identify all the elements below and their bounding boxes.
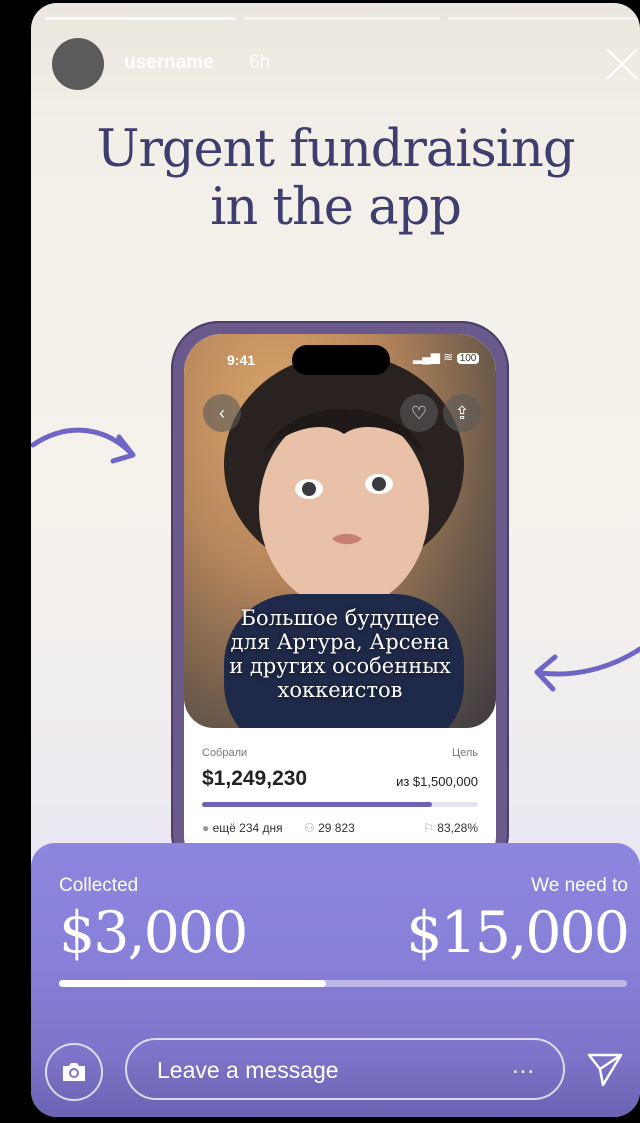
hero-image: 9:41 ▂▄▆ ≋ 100 ‹ ♡ ⇪ Большое будущее для… xyxy=(184,334,496,728)
percent-stat: ⚐ 83,28% xyxy=(423,821,478,835)
percent-value: 83,28% xyxy=(437,821,478,835)
phone-status-icons: ▂▄▆ ≋ 100 xyxy=(413,350,480,364)
collected-label-ru: Собрали xyxy=(202,747,248,759)
need-value: $15,000 xyxy=(406,900,630,966)
collected-amount-ru: $1,249,230 xyxy=(202,767,308,790)
avatar[interactable] xyxy=(52,38,104,90)
people-icon: ⚇ xyxy=(304,821,315,835)
campaign-title-line-2: для Артура, Арсена xyxy=(230,630,450,654)
story-progress-segment-2 xyxy=(244,17,440,20)
phone-status-time: 9:41 xyxy=(227,352,256,368)
close-icon[interactable] xyxy=(605,47,639,81)
need-label: We need to xyxy=(531,875,628,896)
fundraising-progress-bar xyxy=(59,980,627,987)
arrow-right-icon xyxy=(31,427,136,464)
clock-icon: ● xyxy=(202,821,210,835)
campaign-title-line-3: и других особенных xyxy=(229,654,451,678)
more-options-button[interactable]: ... xyxy=(512,1052,535,1080)
phone-progress-fill xyxy=(202,802,432,807)
story-time: 6h xyxy=(249,52,271,73)
days-left: ещё 234 дня xyxy=(212,821,283,835)
headline: Urgent fundraising in the app xyxy=(31,121,640,237)
flag-icon: ⚐ xyxy=(423,821,434,835)
story-card: username 6h Urgent fundraising in the ap… xyxy=(31,3,640,1117)
send-icon[interactable] xyxy=(585,1049,625,1089)
collected-value: $3,000 xyxy=(59,900,248,966)
days-left-stat: ● ещё 234 дня xyxy=(202,821,283,835)
share-button[interactable]: ⇪ xyxy=(443,394,481,432)
donors-count: 29 823 xyxy=(318,821,355,835)
collected-label: Collected xyxy=(59,875,139,896)
dynamic-island xyxy=(292,345,390,375)
message-input[interactable]: Leave a message ... xyxy=(125,1038,565,1100)
headline-line-1: Urgent fundraising xyxy=(96,120,575,179)
heart-icon: ♡ xyxy=(410,402,428,423)
favorite-button[interactable]: ♡ xyxy=(400,394,438,432)
battery-icon: 100 xyxy=(456,353,480,364)
camera-button[interactable] xyxy=(45,1043,103,1101)
headline-line-2: in the app xyxy=(210,178,462,237)
story-progress-segment-1 xyxy=(45,17,236,20)
goal-amount-ru: из $1,500,000 xyxy=(396,774,478,789)
arrow-left-icon xyxy=(534,646,640,692)
phone-progress-bar xyxy=(202,802,478,807)
goal-label-ru: Цель xyxy=(451,747,478,759)
story-progress-segment-3 xyxy=(448,17,640,20)
donors-stat: ⚇ 29 823 xyxy=(304,821,355,835)
share-icon: ⇪ xyxy=(454,402,470,423)
back-button[interactable]: ‹ xyxy=(203,394,241,432)
camera-icon xyxy=(63,1063,85,1081)
message-placeholder: Leave a message xyxy=(157,1057,339,1083)
fundraising-progress-fill xyxy=(59,980,326,987)
username[interactable]: username xyxy=(124,52,214,74)
phone-mockup: 9:41 ▂▄▆ ≋ 100 ‹ ♡ ⇪ Большое будущее для… xyxy=(171,321,509,881)
fundraising-panel: Collected We need to $3,000 $15,000 Leav… xyxy=(31,843,640,1117)
campaign-title-line-1: Большое будущее xyxy=(240,606,440,630)
campaign-title-line-4: хоккеистов xyxy=(277,678,403,702)
chevron-left-icon: ‹ xyxy=(219,402,225,423)
phone-screen: 9:41 ▂▄▆ ≋ 100 ‹ ♡ ⇪ Большое будущее для… xyxy=(184,334,496,874)
campaign-title: Большое будущее для Артура, Арсена и дру… xyxy=(184,606,496,702)
